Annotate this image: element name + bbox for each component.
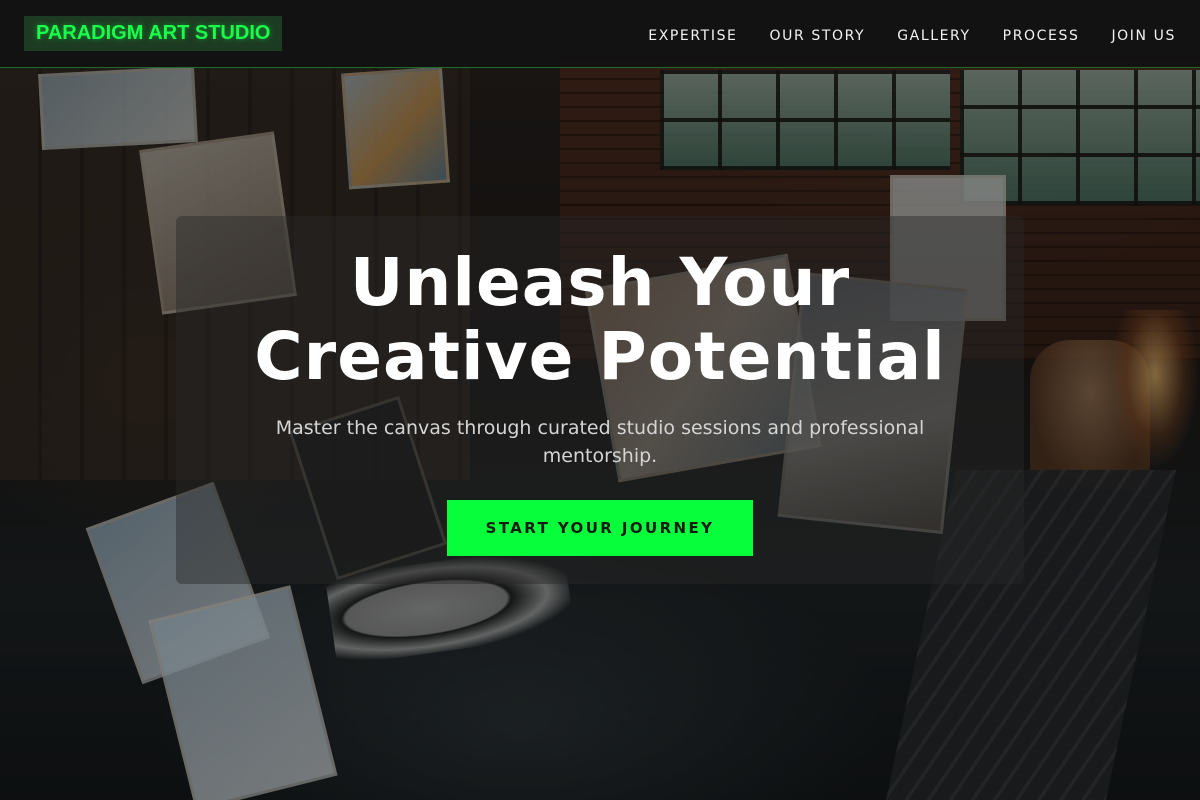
nav-link-join-us[interactable]: JOIN US — [1111, 28, 1176, 44]
hero-card: Unleash Your Creative Potential Master t… — [176, 216, 1024, 584]
brand-logo[interactable]: PARADIGM ART STUDIO — [24, 16, 283, 51]
nav-link-expertise[interactable]: EXPERTISE — [648, 28, 737, 44]
hero-title: Unleash Your Creative Potential — [176, 246, 1024, 394]
navbar: PARADIGM ART STUDIO EXPERTISE OUR STORY … — [0, 0, 1200, 68]
nav-link-process[interactable]: PROCESS — [1003, 28, 1080, 44]
nav-link-gallery[interactable]: GALLERY — [897, 28, 970, 44]
start-journey-button[interactable]: START YOUR JOURNEY — [447, 500, 753, 556]
page: PARADIGM ART STUDIO EXPERTISE OUR STORY … — [0, 0, 1200, 800]
nav-link-our-story[interactable]: OUR STORY — [770, 28, 866, 44]
hero-title-line-2: Creative Potential — [254, 318, 946, 395]
hero-subtitle: Master the canvas through curated studio… — [275, 417, 925, 467]
hero-title-line-1: Unleash Your — [349, 244, 851, 321]
nav-menu: EXPERTISE OUR STORY GALLERY PROCESS JOIN… — [648, 0, 1176, 68]
